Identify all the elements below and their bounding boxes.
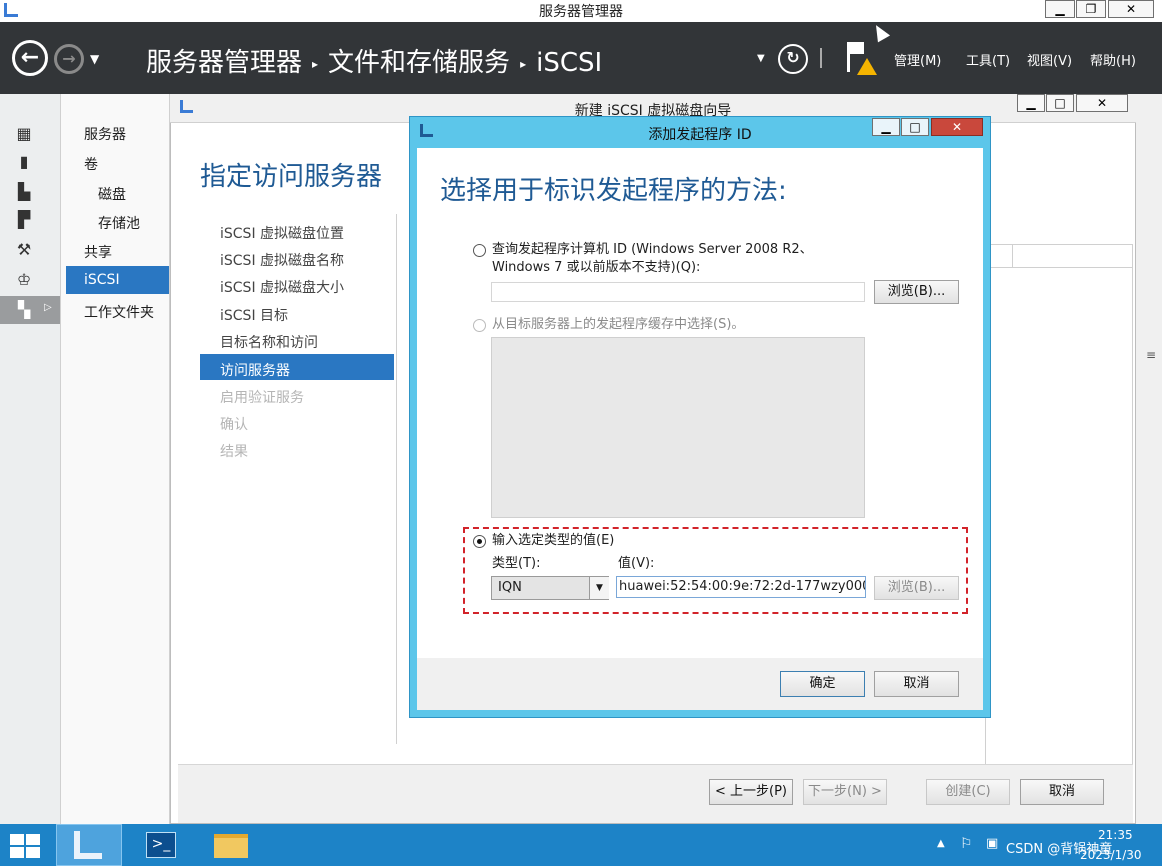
option-select-from-cache-label: 从目标服务器上的发起程序缓存中选择(S)。: [492, 317, 745, 332]
history-dropdown-icon[interactable]: ▼: [90, 52, 99, 66]
browse-computer-button[interactable]: 浏览(B)...: [874, 280, 959, 304]
wizard-heading: 指定访问服务器: [200, 162, 383, 192]
minimize-button[interactable]: ▁: [1045, 0, 1075, 18]
option-query-computer-id-label-line2: Windows 7 或以前版本不支持)(Q):: [492, 260, 701, 275]
nav-item-iscsi[interactable]: iSCSI: [84, 272, 120, 288]
menu-view[interactable]: 视图(V): [1027, 50, 1072, 69]
chevron-right-icon: ▸: [312, 56, 319, 71]
taskbar-explorer-button[interactable]: [200, 824, 266, 866]
value-input[interactable]: huawei:52:54:00:9e:72:2d-177wzy0001: [616, 576, 866, 598]
initiator-cache-list: [491, 337, 865, 518]
tray-network-icon[interactable]: ▣: [986, 836, 998, 851]
step-disk-location[interactable]: iSCSI 虚拟磁盘位置: [220, 223, 344, 243]
type-label: 类型(T):: [492, 556, 541, 571]
refresh-icon[interactable]: ↻: [778, 44, 808, 74]
dashboard-icon[interactable]: ▦: [14, 124, 34, 143]
divider: [820, 48, 822, 68]
step-disk-name[interactable]: iSCSI 虚拟磁盘名称: [220, 250, 344, 270]
close-button[interactable]: ✕: [1108, 0, 1154, 18]
nav-item-disks[interactable]: 磁盘: [98, 184, 126, 204]
previous-button[interactable]: < 上一步(P): [709, 779, 793, 805]
nav-item-servers[interactable]: 服务器: [84, 124, 126, 144]
browse-value-button: 浏览(B)...: [874, 576, 959, 600]
all-servers-icon[interactable]: ▙: [14, 182, 34, 201]
radio-select-from-cache[interactable]: [473, 319, 486, 332]
file-services-icon[interactable]: ▛: [14, 210, 34, 229]
dropdown-icon[interactable]: ▼: [757, 53, 765, 64]
clock-time[interactable]: 21:35: [1098, 828, 1133, 842]
menu-manage[interactable]: 管理(M): [894, 50, 941, 69]
clock-date[interactable]: 2023/1/30: [1080, 848, 1142, 862]
dialog-maximize-button[interactable]: □: [901, 118, 929, 136]
warning-icon: [857, 58, 877, 75]
nav-item-volumes[interactable]: 卷: [84, 154, 98, 174]
breadcrumb-item[interactable]: iSCSI: [536, 48, 602, 78]
nav-item-shares[interactable]: 共享: [84, 242, 112, 262]
wizard-cancel-button[interactable]: 取消: [1020, 779, 1104, 805]
step-enable-auth: 启用验证服务: [220, 390, 304, 406]
step-target-name-access[interactable]: 目标名称和访问: [220, 332, 318, 352]
server-manager-icon: [74, 831, 102, 859]
chevron-down-icon[interactable]: ▼: [589, 577, 609, 599]
wizard-maximize-button[interactable]: □: [1046, 94, 1074, 112]
menu-tools[interactable]: 工具(T): [966, 50, 1010, 69]
dialog-close-button[interactable]: ✕: [931, 118, 983, 136]
scrollbar-grip-icon[interactable]: ≡: [1146, 348, 1156, 362]
taskbar-server-manager-button[interactable]: [56, 824, 122, 866]
navigation-icon-bar: [0, 94, 61, 824]
step-results: 结果: [220, 444, 248, 460]
restore-button[interactable]: ❐: [1076, 0, 1106, 18]
breadcrumb: 服务器管理器 ▸ 文件和存储服务 ▸ iSCSI: [146, 42, 602, 79]
nav-item-work-folders[interactable]: 工作文件夹: [84, 302, 154, 322]
option-query-computer-id-label-line1: 查询发起程序计算机 ID (Windows Server 2008 R2、: [492, 242, 813, 257]
option-enter-value-label: 输入选定类型的值(E): [492, 533, 615, 548]
window-title: 服务器管理器: [539, 4, 623, 20]
create-button: 创建(C): [926, 779, 1010, 805]
start-windows-icon[interactable]: [10, 834, 42, 858]
ok-button[interactable]: 确定: [780, 671, 865, 697]
step-access-servers[interactable]: 访问服务器: [220, 360, 290, 380]
expand-arrow-icon[interactable]: ▷: [44, 302, 52, 313]
notifications-flag-icon[interactable]: [845, 40, 877, 76]
tray-expand-icon[interactable]: ▲: [937, 838, 945, 849]
powershell-icon: >_: [146, 832, 176, 858]
computer-id-input[interactable]: [491, 282, 865, 302]
file-storage-icon[interactable]: ▚: [14, 300, 34, 319]
step-disk-size[interactable]: iSCSI 虚拟磁盘大小: [220, 277, 344, 297]
local-server-icon[interactable]: ▮: [14, 152, 34, 171]
wizard-minimize-button[interactable]: ▁: [1017, 94, 1045, 112]
taskbar-powershell-button[interactable]: >_: [128, 824, 194, 866]
step-confirm: 确认: [220, 417, 248, 433]
tools-icon[interactable]: ⚒: [14, 240, 34, 259]
breadcrumb-item[interactable]: 文件和存储服务: [328, 42, 510, 79]
step-iscsi-target[interactable]: iSCSI 目标: [220, 305, 288, 325]
menu-help[interactable]: 帮助(H): [1090, 50, 1136, 69]
breadcrumb-item[interactable]: 服务器管理器: [146, 42, 302, 79]
dialog-heading: 选择用于标识发起程序的方法:: [440, 176, 787, 206]
value-label: 值(V):: [618, 556, 655, 571]
dialog-cancel-button[interactable]: 取消: [874, 671, 959, 697]
radio-query-computer-id[interactable]: [473, 244, 486, 257]
forward-icon[interactable]: →: [54, 44, 84, 74]
dialog-minimize-button[interactable]: ▁: [872, 118, 900, 136]
next-button: 下一步(N) >: [803, 779, 887, 805]
wizard-divider: [396, 214, 397, 744]
access-servers-table: [985, 244, 1133, 786]
roles-icon[interactable]: ♔: [14, 270, 34, 289]
tray-flag-icon[interactable]: ⚐: [960, 836, 973, 852]
chevron-right-icon: ▸: [520, 56, 527, 71]
radio-enter-value[interactable]: [473, 535, 486, 548]
back-icon[interactable]: ←: [12, 40, 48, 76]
folder-icon: [214, 834, 248, 858]
nav-item-storage-pools[interactable]: 存储池: [98, 213, 140, 233]
wizard-close-button[interactable]: ✕: [1076, 94, 1128, 112]
